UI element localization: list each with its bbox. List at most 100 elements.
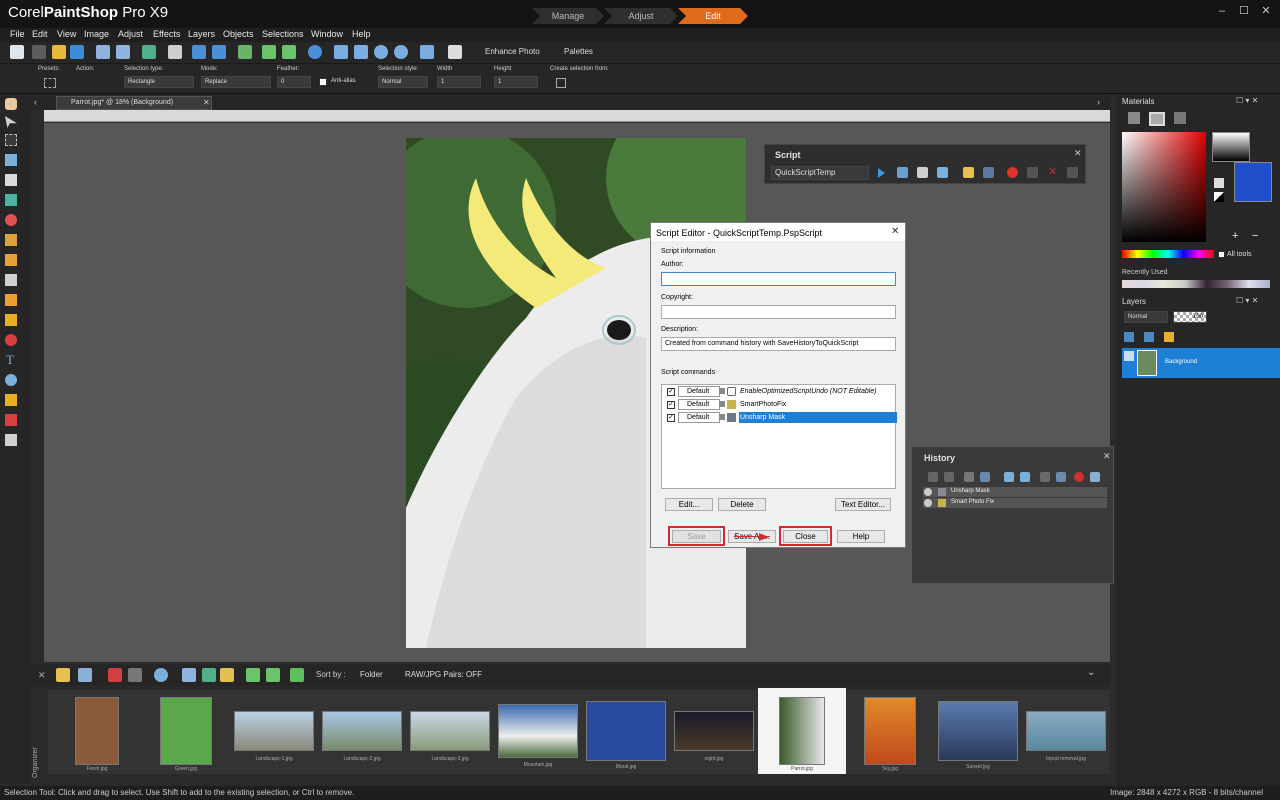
tab-edit[interactable]: Edit <box>678 8 748 24</box>
object-remover-icon[interactable] <box>5 434 17 446</box>
pen-tool-icon[interactable] <box>5 394 17 406</box>
actual-size-icon[interactable] <box>354 45 368 59</box>
history-options-icon[interactable] <box>1056 472 1066 482</box>
save-button[interactable]: Save <box>672 530 721 543</box>
menu-objects[interactable]: Objects <box>223 29 254 39</box>
history-save-icon[interactable] <box>1020 472 1030 482</box>
command-mode[interactable]: Default <box>678 412 720 423</box>
selection-style-select[interactable]: Normal <box>378 76 428 88</box>
pan-tool-icon[interactable] <box>5 98 17 110</box>
copyright-input[interactable] <box>661 305 896 319</box>
history-redo-icon[interactable] <box>944 472 954 482</box>
rotate-right-icon[interactable] <box>282 45 296 59</box>
frame-tab-icon[interactable] <box>1128 112 1140 124</box>
default-colors-icon[interactable] <box>1214 192 1224 202</box>
script-select[interactable]: QuickScriptTemp <box>771 166 869 180</box>
history-lock-icon[interactable] <box>1004 472 1014 482</box>
swatches-tab-icon[interactable] <box>1174 112 1186 124</box>
crop-icon[interactable] <box>238 45 252 59</box>
map-icon[interactable] <box>182 668 196 682</box>
red-eye-tool-icon[interactable] <box>5 214 17 226</box>
organizer-close-icon[interactable]: ✕ <box>38 670 46 681</box>
run-script-icon[interactable] <box>878 168 885 178</box>
menu-window[interactable]: Window <box>311 29 343 39</box>
remove-color-icon[interactable]: − <box>1252 230 1258 242</box>
selection-type-select[interactable]: Rectangle <box>124 76 194 88</box>
pick-tool-icon[interactable] <box>5 116 17 128</box>
share-icon[interactable] <box>142 45 156 59</box>
capture-icon[interactable] <box>220 668 234 682</box>
tab-scroll-left-icon[interactable]: ‹ <box>34 97 37 107</box>
height-input[interactable]: 1 <box>494 76 538 88</box>
script-output-icon[interactable] <box>937 167 948 178</box>
from-canvas-icon[interactable] <box>556 78 566 88</box>
close-button[interactable]: Close <box>783 530 828 543</box>
layers-menu-icon[interactable]: ☐ ▾ ✕ <box>1236 296 1258 305</box>
edit-script-icon[interactable] <box>917 167 928 178</box>
thumbnail-night[interactable] <box>674 711 754 751</box>
enhance-photo-menu[interactable]: Enhance Photo <box>485 47 540 56</box>
new-file-icon[interactable] <box>10 45 24 59</box>
open-icon[interactable] <box>52 45 66 59</box>
select-all-icon[interactable] <box>128 668 142 682</box>
close-icon[interactable]: ✕ <box>1256 2 1276 20</box>
thumbnail-parrot[interactable] <box>779 697 825 765</box>
save-as-icon[interactable] <box>116 45 130 59</box>
minimize-icon[interactable]: – <box>1212 2 1232 20</box>
width-input[interactable]: 1 <box>437 76 481 88</box>
open-script-icon[interactable] <box>963 167 974 178</box>
share-photos-icon[interactable] <box>202 668 216 682</box>
eye-icon[interactable] <box>924 488 932 496</box>
undo-icon[interactable] <box>192 45 206 59</box>
history-close-icon[interactable]: ✕ <box>1103 451 1111 462</box>
command-checkbox[interactable]: ✓ <box>667 401 675 409</box>
save-record-icon[interactable] <box>1067 167 1078 178</box>
presets-icon[interactable] <box>44 78 56 88</box>
clone-tool-icon[interactable] <box>5 254 17 266</box>
thumbnail-landscape-3[interactable] <box>410 711 490 751</box>
text-tool-icon[interactable]: T <box>6 352 14 368</box>
fit-window-icon[interactable] <box>334 45 348 59</box>
makeover-tool-icon[interactable] <box>5 234 17 246</box>
command-checkbox[interactable]: ✓ <box>667 414 675 422</box>
mode-select[interactable]: Replace <box>201 76 271 88</box>
background-color-swatch[interactable] <box>1234 162 1272 202</box>
edit-command-button[interactable]: Edit... <box>665 498 713 511</box>
layer-actions-strip[interactable] <box>1124 332 1274 342</box>
command-mode[interactable]: Default <box>678 399 720 410</box>
anti-alias-checkbox[interactable]: ✓ <box>319 78 327 86</box>
all-tools-checkbox[interactable]: ✓ <box>1218 251 1225 258</box>
history-item[interactable]: Smart Photo Fix <box>923 498 1107 508</box>
tab-adjust[interactable]: Adjust <box>604 8 678 24</box>
thumbnail-landscape-1[interactable] <box>234 711 314 751</box>
scan-icon[interactable] <box>70 45 84 59</box>
warp-brush-icon[interactable] <box>5 414 17 426</box>
selection-tool-icon[interactable] <box>5 134 17 146</box>
mode-dropdown-icon[interactable] <box>719 401 725 407</box>
text-editor-button[interactable]: Text Editor... <box>835 498 891 511</box>
zoom-out-icon[interactable] <box>374 45 388 59</box>
thumbnail-tripod-removal[interactable] <box>1026 711 1106 751</box>
menu-layers[interactable]: Layers <box>188 29 215 39</box>
paint-brush-icon[interactable] <box>5 294 17 306</box>
info-icon[interactable] <box>308 45 322 59</box>
save-script-icon[interactable] <box>983 167 994 178</box>
rainbow-tab-icon[interactable] <box>1149 112 1165 126</box>
flood-fill-icon[interactable] <box>5 314 17 326</box>
new-from-clipboard-icon[interactable] <box>32 45 46 59</box>
cancel-record-icon[interactable]: ✕ <box>1048 165 1057 178</box>
history-item[interactable]: Unsharp Mask <box>923 487 1107 497</box>
menu-file[interactable]: File <box>10 29 25 39</box>
command-row[interactable]: ✓ Default Unsharp Mask <box>664 412 898 424</box>
rotate-left-thumb-icon[interactable] <box>246 668 260 682</box>
menu-help[interactable]: Help <box>352 29 371 39</box>
zoom-in-icon[interactable] <box>394 45 408 59</box>
thumbnail-mountain[interactable] <box>498 704 578 758</box>
materials-menu-icon[interactable]: ☐ ▾ ✕ <box>1236 96 1258 105</box>
command-row[interactable]: ✓ Default SmartPhotoFix <box>664 399 898 411</box>
add-color-icon[interactable]: + <box>1232 230 1238 242</box>
mode-dropdown-icon[interactable] <box>719 414 725 420</box>
opacity-input[interactable]: 100 <box>1173 311 1207 323</box>
edit-photos-icon[interactable] <box>108 668 122 682</box>
workspace-icon[interactable] <box>448 45 462 59</box>
